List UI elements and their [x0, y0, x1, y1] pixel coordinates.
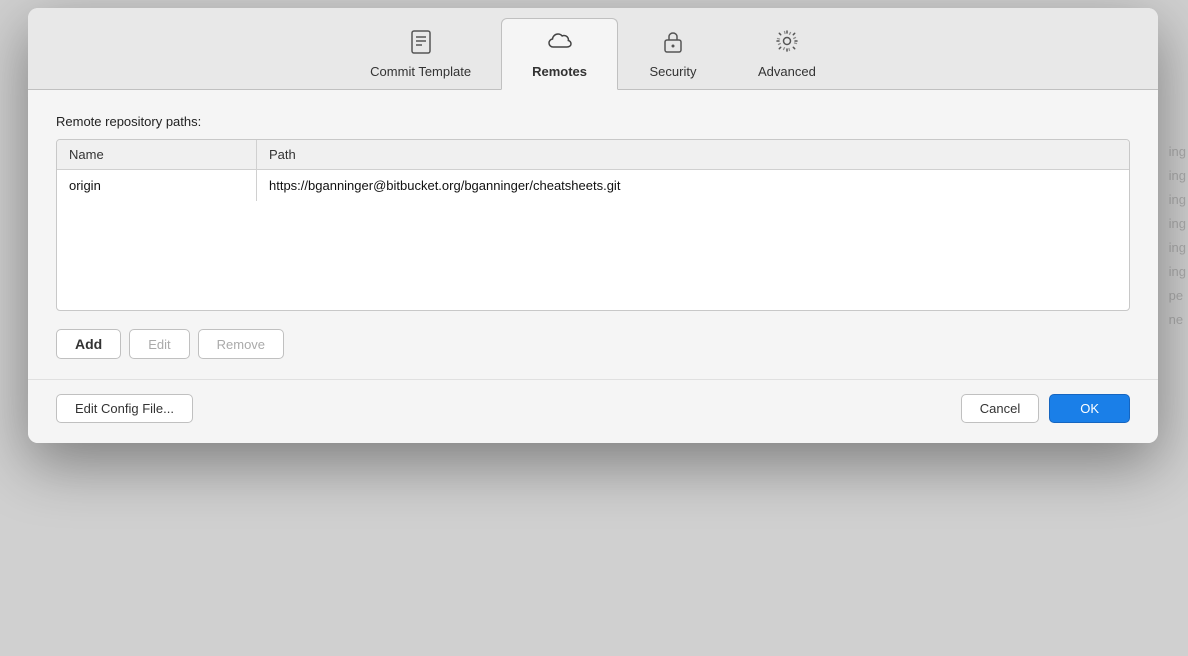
table-body: origin https://bganninger@bitbucket.org/… — [57, 170, 1129, 310]
bg-text: ing — [1169, 188, 1186, 212]
bg-text: ing — [1169, 236, 1186, 260]
tab-advanced-label: Advanced — [758, 64, 816, 79]
tab-bar: Commit Template Remotes Security — [28, 8, 1158, 90]
gear-icon — [773, 27, 801, 60]
table-row[interactable]: origin https://bganninger@bitbucket.org/… — [57, 170, 1129, 201]
remove-button[interactable]: Remove — [198, 329, 284, 359]
footer-right-buttons: Cancel OK — [961, 394, 1130, 423]
ok-button[interactable]: OK — [1049, 394, 1130, 423]
preferences-dialog: Commit Template Remotes Security — [28, 8, 1158, 443]
column-path-header: Path — [257, 140, 1129, 169]
tab-security-label: Security — [650, 64, 697, 79]
bg-text: ing — [1169, 164, 1186, 188]
content-area: Remote repository paths: Name Path origi… — [28, 90, 1158, 379]
tab-security[interactable]: Security — [618, 19, 728, 89]
edit-button[interactable]: Edit — [129, 329, 189, 359]
section-label: Remote repository paths: — [56, 114, 1130, 129]
tab-commit-template-label: Commit Template — [370, 64, 471, 79]
add-button[interactable]: Add — [56, 329, 121, 359]
remote-name-cell: origin — [57, 170, 257, 201]
table-header: Name Path — [57, 140, 1129, 170]
document-icon — [407, 28, 435, 60]
bg-text: ne — [1169, 308, 1186, 332]
action-buttons: Add Edit Remove — [56, 329, 1130, 359]
column-name-header: Name — [57, 140, 257, 169]
tab-advanced[interactable]: Advanced — [728, 19, 846, 89]
remotes-table: Name Path origin https://bganninger@bitb… — [56, 139, 1130, 311]
tab-commit-template[interactable]: Commit Template — [340, 20, 501, 89]
dialog-footer: Edit Config File... Cancel OK — [28, 379, 1158, 443]
cancel-button[interactable]: Cancel — [961, 394, 1039, 423]
background-text-column: ing ing ing ing ing ing pe ne — [1169, 140, 1186, 332]
remote-path-cell: https://bganninger@bitbucket.org/bgannin… — [257, 170, 1129, 201]
bg-text: ing — [1169, 260, 1186, 284]
edit-config-button[interactable]: Edit Config File... — [56, 394, 193, 423]
bg-text: pe — [1169, 284, 1186, 308]
lock-icon — [660, 27, 686, 60]
bg-text: ing — [1169, 212, 1186, 236]
tab-remotes[interactable]: Remotes — [501, 18, 618, 90]
bg-text: ing — [1169, 140, 1186, 164]
tab-remotes-label: Remotes — [532, 64, 587, 79]
cloud-icon — [545, 27, 575, 60]
